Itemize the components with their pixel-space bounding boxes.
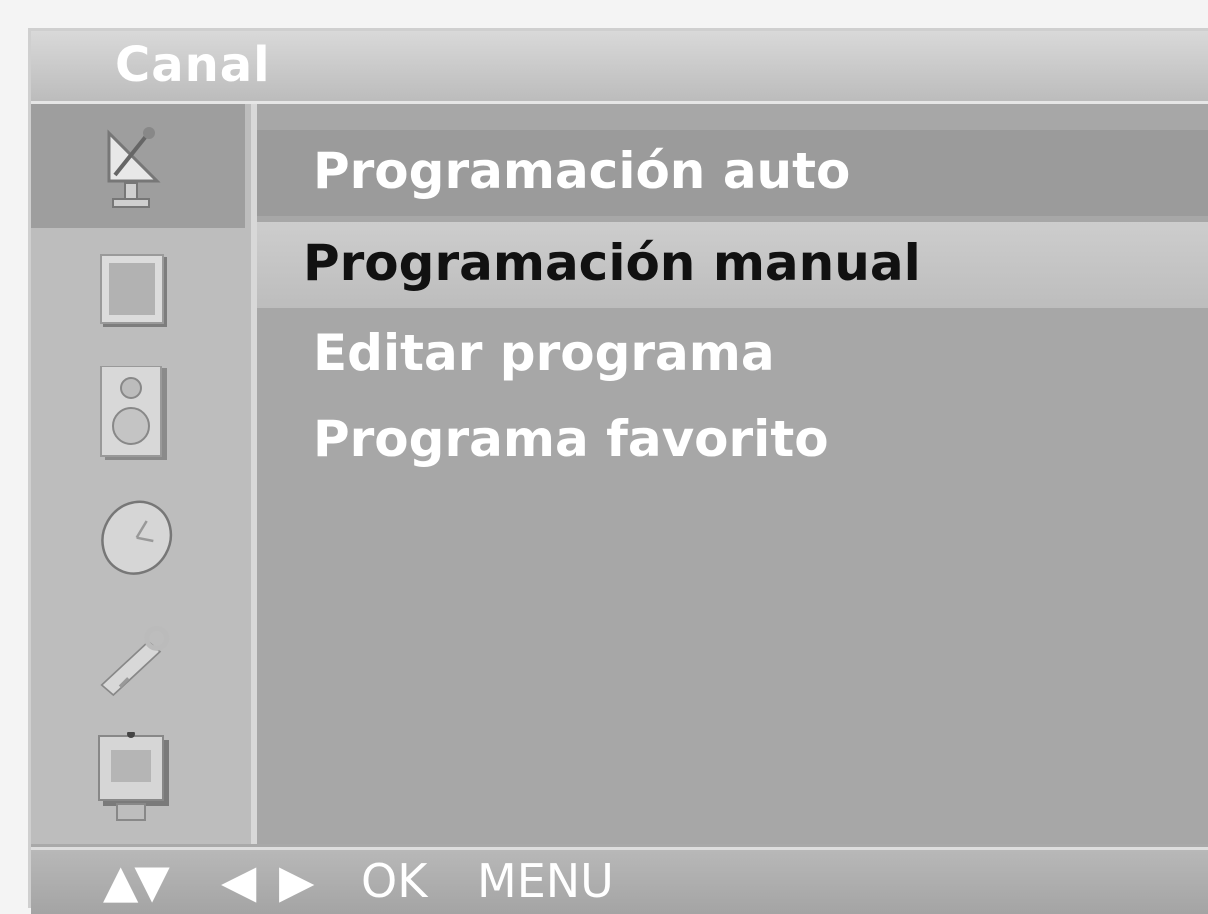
screen-icon[interactable] xyxy=(95,732,175,821)
menu-item-programa-favorito[interactable]: Programa favorito xyxy=(257,398,1208,484)
menu-item-editar-programa[interactable]: Editar programa xyxy=(257,312,1208,398)
menu-item-label: Editar programa xyxy=(313,324,775,382)
navigation-hint-bar: ▲▼ ◀ ▶ OK MENU xyxy=(31,847,1208,914)
menu-item-label: Programación auto xyxy=(313,142,851,200)
page-title: Canal xyxy=(115,37,271,93)
title-bar: Canal xyxy=(31,31,1208,104)
clock-icon[interactable] xyxy=(95,496,175,576)
menu-item-programacion-manual[interactable]: Programación manual xyxy=(257,222,1208,308)
speaker-icon[interactable] xyxy=(95,366,175,460)
sidebar xyxy=(31,104,251,844)
menu-item-label: Programa favorito xyxy=(313,410,829,468)
satellite-dish-icon[interactable] xyxy=(95,126,175,208)
channel-osd-menu: Canal Programación auto Programación man… xyxy=(28,28,1208,914)
menu-item-programacion-auto[interactable]: Programación auto xyxy=(257,130,1208,216)
menu-panel: Programación auto Programación manual Ed… xyxy=(257,104,1208,844)
picture-icon[interactable] xyxy=(95,252,175,332)
menu-item-label: Programación manual xyxy=(303,234,921,292)
tools-icon[interactable] xyxy=(95,620,175,700)
